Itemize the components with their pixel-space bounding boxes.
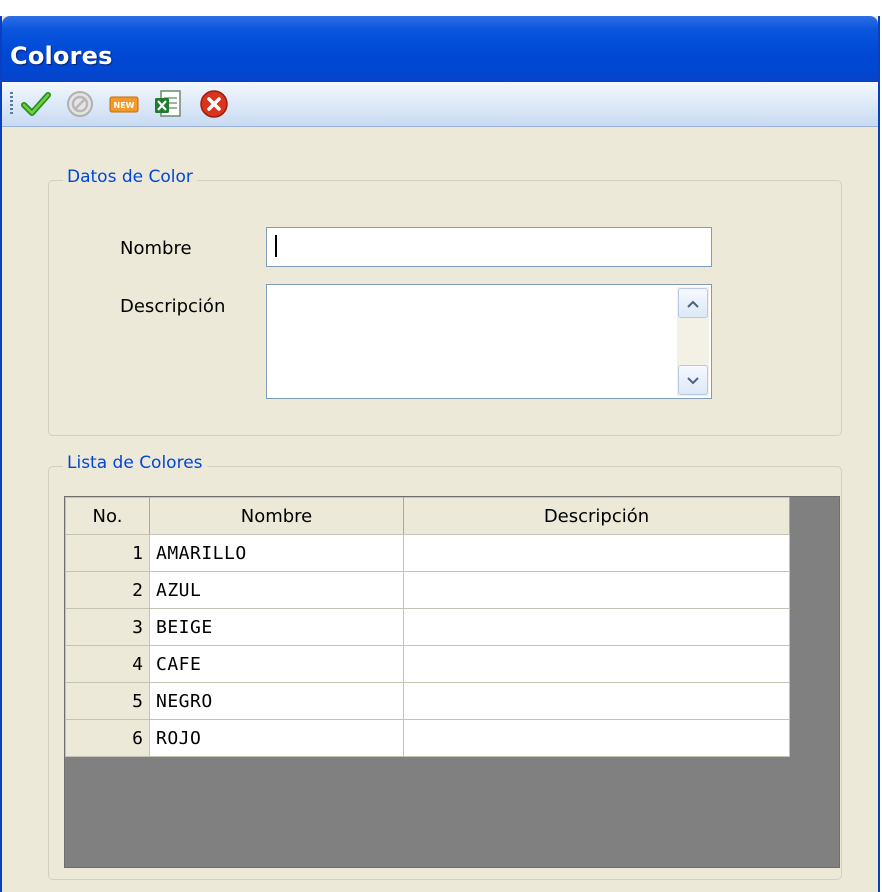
row-descripcion[interactable] xyxy=(403,682,790,720)
datos-group-legend: Datos de Color xyxy=(63,167,197,187)
scroll-up-button[interactable] xyxy=(678,288,708,318)
row-number[interactable]: 3 xyxy=(65,608,150,646)
scroll-down-button[interactable] xyxy=(678,365,708,395)
row-descripcion[interactable] xyxy=(403,608,790,646)
row-number[interactable]: 1 xyxy=(65,534,150,572)
chevron-down-icon xyxy=(686,371,700,390)
row-descripcion[interactable] xyxy=(403,645,790,683)
colors-grid[interactable]: No. Nombre Descripción 1 AMARILLO 2 AZUL xyxy=(64,496,840,868)
row-descripcion[interactable] xyxy=(403,719,790,757)
column-header-nombre[interactable]: Nombre xyxy=(149,497,404,535)
new-icon: NEW xyxy=(108,88,140,120)
svg-text:NEW: NEW xyxy=(114,101,135,110)
column-header-descripcion[interactable]: Descripción xyxy=(403,497,790,535)
window: Colores NEW Datos de Color Nombre Descri… xyxy=(0,16,880,892)
descripcion-textarea[interactable] xyxy=(266,284,712,399)
colors-table: No. Nombre Descripción 1 AMARILLO 2 AZUL xyxy=(65,497,790,757)
toolbar-grip[interactable] xyxy=(10,92,13,116)
row-nombre[interactable]: NEGRO xyxy=(149,682,404,720)
table-row[interactable]: 6 ROJO xyxy=(65,719,790,757)
descripcion-label: Descripción xyxy=(120,296,226,317)
close-button[interactable] xyxy=(198,88,230,120)
nombre-label: Nombre xyxy=(120,238,192,259)
row-descripcion[interactable] xyxy=(403,534,790,572)
lista-group-legend: Lista de Colores xyxy=(63,453,207,473)
new-button[interactable]: NEW xyxy=(108,88,140,120)
title-bar[interactable]: Colores xyxy=(2,16,878,82)
excel-icon xyxy=(152,88,184,120)
accept-button[interactable] xyxy=(20,88,52,120)
excel-button[interactable] xyxy=(152,88,184,120)
row-number[interactable]: 5 xyxy=(65,682,150,720)
toolbar: NEW xyxy=(2,82,878,127)
disabled-icon xyxy=(64,88,96,120)
table-row[interactable]: 2 AZUL xyxy=(65,571,790,609)
row-nombre[interactable]: BEIGE xyxy=(149,608,404,646)
table-row[interactable]: 3 BEIGE xyxy=(65,608,790,646)
chevron-up-icon xyxy=(686,294,700,313)
row-number[interactable]: 2 xyxy=(65,571,150,609)
row-number[interactable]: 4 xyxy=(65,645,150,683)
row-nombre[interactable]: ROJO xyxy=(149,719,404,757)
table-row[interactable]: 4 CAFE xyxy=(65,645,790,683)
row-nombre[interactable]: AMARILLO xyxy=(149,534,404,572)
descripcion-scrollbar[interactable] xyxy=(677,287,709,396)
disabled-button[interactable] xyxy=(64,88,96,120)
close-icon xyxy=(198,88,230,120)
row-number[interactable]: 6 xyxy=(65,719,150,757)
table-row[interactable]: 5 NEGRO xyxy=(65,682,790,720)
table-row[interactable]: 1 AMARILLO xyxy=(65,534,790,572)
window-title: Colores xyxy=(10,42,113,70)
row-descripcion[interactable] xyxy=(403,571,790,609)
row-nombre[interactable]: CAFE xyxy=(149,645,404,683)
text-caret xyxy=(275,235,277,257)
table-header-row: No. Nombre Descripción xyxy=(65,497,790,535)
nombre-input[interactable] xyxy=(266,227,712,267)
row-nombre[interactable]: AZUL xyxy=(149,571,404,609)
checkmark-icon xyxy=(20,88,52,120)
column-header-no[interactable]: No. xyxy=(65,497,150,535)
